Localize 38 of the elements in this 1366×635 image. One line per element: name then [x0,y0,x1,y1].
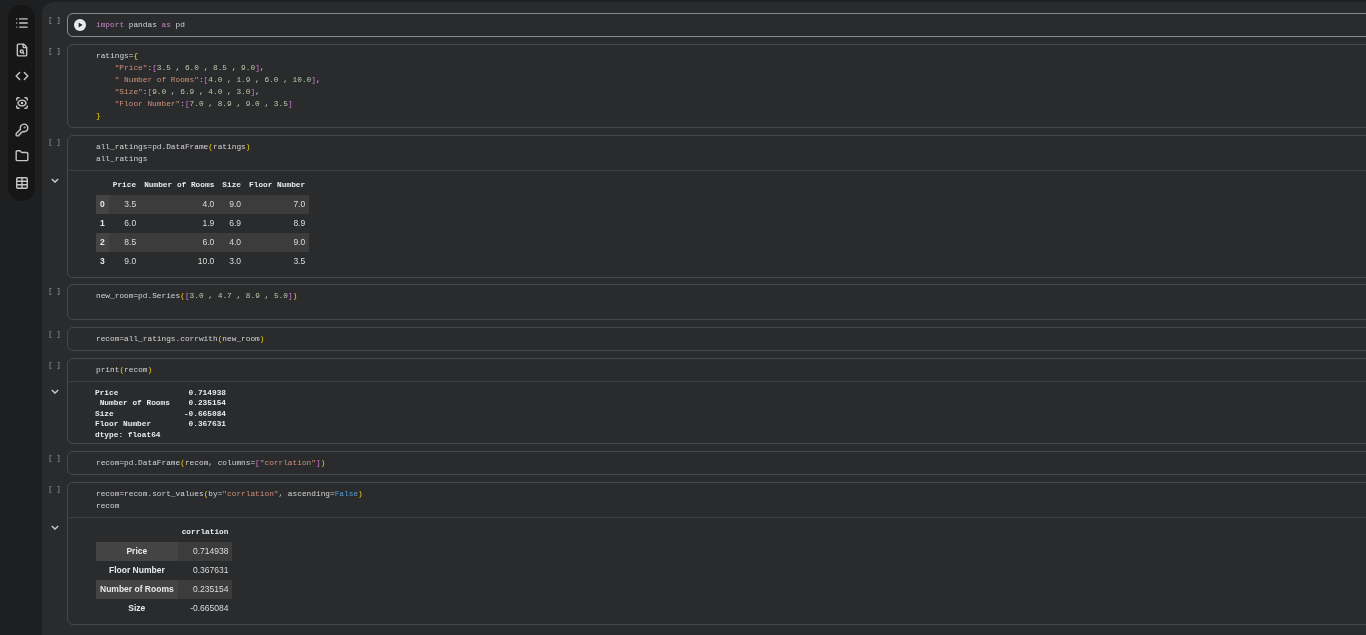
table-cell: -0.665084 [177,599,233,619]
row-header: 3 [96,251,109,271]
row-header: Size [96,599,178,619]
table-cell: 9.0 [218,194,246,214]
row-header: Floor Number [96,561,178,581]
table-cell: 3.5 [108,194,141,214]
scan-eye-icon[interactable] [14,96,29,111]
table-cell: 9.0 [245,232,310,252]
table-cell: 1.9 [140,213,219,233]
table-icon[interactable] [14,176,29,191]
list-icon[interactable] [14,16,29,30]
folder-icon[interactable] [14,149,29,164]
chevron-down-icon[interactable] [50,177,59,183]
row-header: 2 [96,232,109,252]
table-cell: 8.9 [245,213,310,233]
table-cell: 0.367631 [177,561,233,581]
table-cell: 0.714938 [177,542,233,562]
chevron-down-icon[interactable] [50,525,59,531]
row-header: Price [96,542,178,562]
table-cell: 3.0 [218,251,246,271]
row-header: 0 [96,194,109,214]
row-header: 1 [96,213,109,233]
play-icon[interactable] [74,19,86,31]
table-cell: 0.235154 [177,580,233,600]
table-cell: 6.0 [108,213,141,233]
table-cell: 10.0 [140,251,219,271]
file-search-icon[interactable] [14,42,29,57]
table-cell: 7.0 [245,194,310,214]
table-cell: 4.0 [140,194,219,214]
key-icon[interactable] [14,122,29,137]
table-cell: 8.5 [108,232,141,252]
row-header: Number of Rooms [96,580,178,600]
table-cell: 9.0 [108,251,141,271]
table-cell: 6.9 [218,213,246,233]
table-cell: 3.5 [245,251,310,271]
chevron-down-icon[interactable] [50,389,59,394]
table-cell: 6.0 [140,232,219,252]
table-cell: 4.0 [218,232,246,252]
